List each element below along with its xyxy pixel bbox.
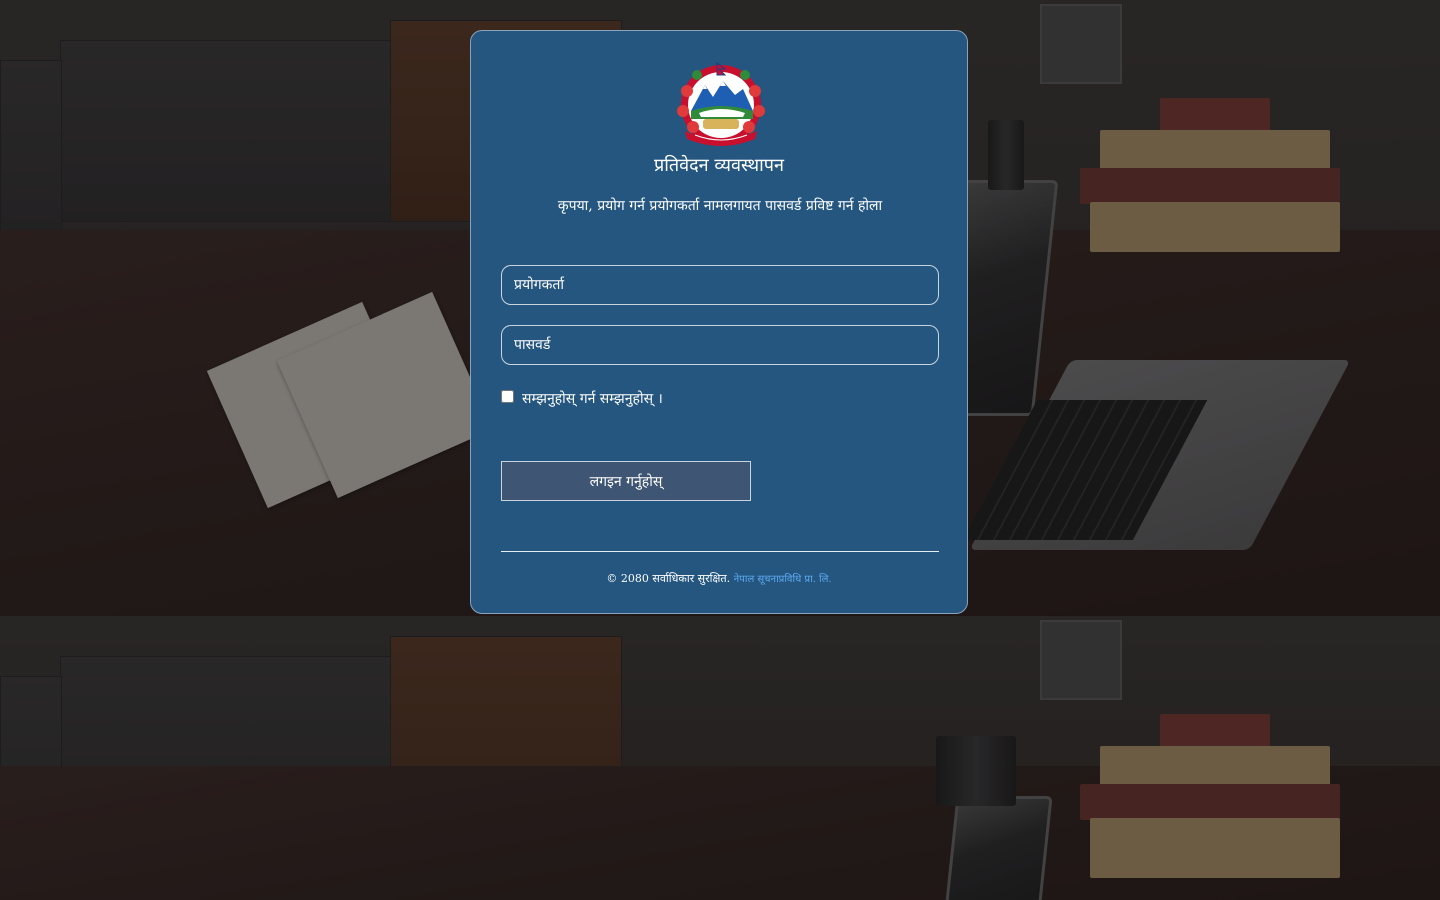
remember-me-label[interactable]: सम्झनुहोस् गर्न सम्झनुहोस् । — [522, 390, 663, 408]
login-button[interactable]: लगइन गर्नुहोस् — [501, 461, 751, 501]
nepal-government-emblem-icon — [677, 62, 765, 146]
username-input[interactable] — [501, 265, 939, 305]
vendor-link[interactable]: नेपाल सूचनाप्रविधि प्रा. लि. — [734, 574, 832, 585]
footer: © 2080 सर्वाधिकार सुरक्षित. नेपाल सूचनाप… — [471, 571, 967, 586]
login-instruction: कृपया, प्रयोग गर्न प्रयोगकर्ता नामलगायत … — [557, 198, 883, 214]
remember-me-row: सम्झनुहोस् गर्न सम्झनुहोस् । — [501, 389, 663, 407]
footer-divider — [501, 551, 939, 552]
app-title: प्रतिवेदन व्यवस्थापन — [653, 155, 785, 176]
background-office-scene-repeat — [0, 616, 1440, 900]
remember-me-checkbox[interactable] — [501, 390, 514, 403]
password-input[interactable] — [501, 325, 939, 365]
copyright-text: © 2080 सर्वाधिकार सुरक्षित. — [606, 572, 731, 585]
login-card: प्रतिवेदन व्यवस्थापन कृपया, प्रयोग गर्न … — [470, 30, 968, 614]
